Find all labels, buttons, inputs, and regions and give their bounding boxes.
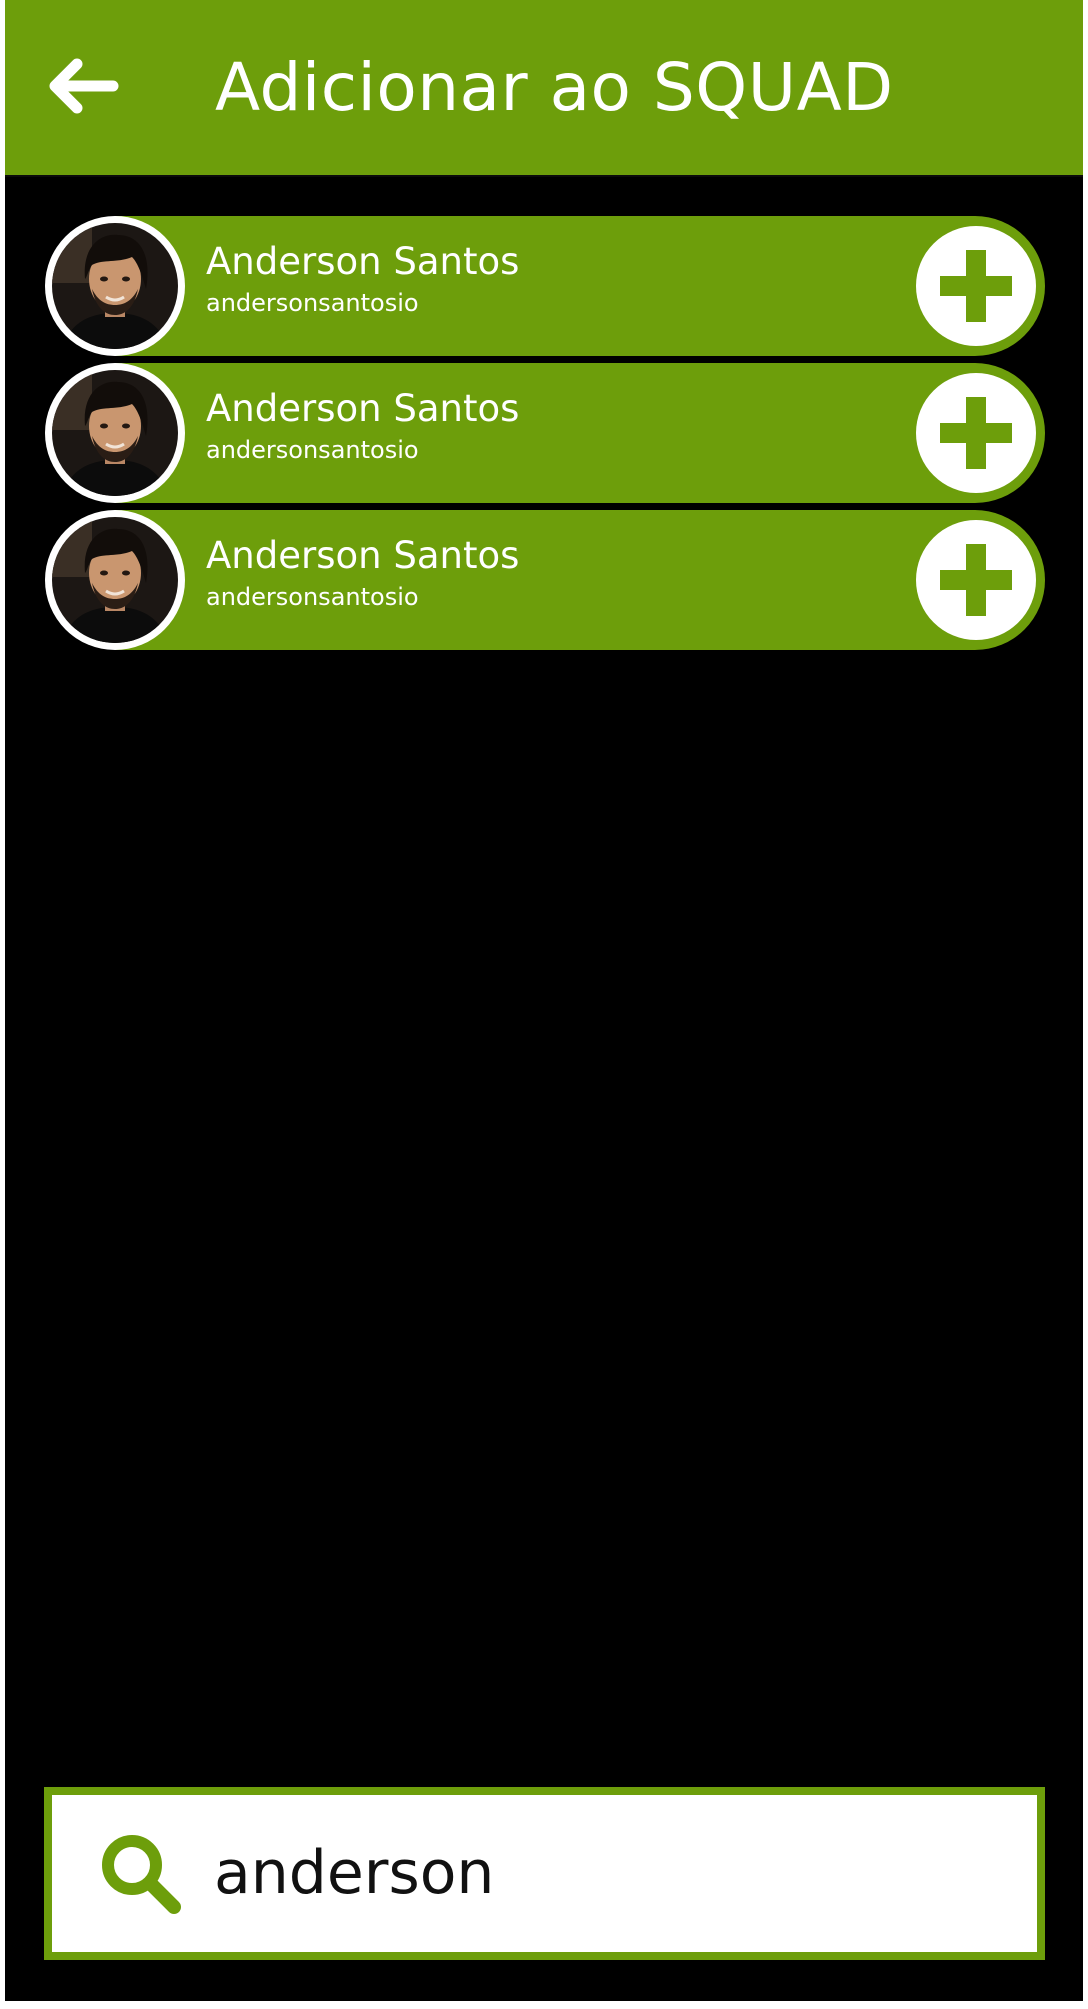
- list-item[interactable]: Anderson Santos andersonsantosio: [45, 510, 1045, 650]
- app-bar: Adicionar ao SQUAD: [5, 0, 1083, 177]
- avatar: [45, 510, 185, 650]
- page-title: Adicionar ao SQUAD: [215, 49, 894, 126]
- search-input[interactable]: [214, 1821, 1004, 1925]
- app-screen: Adicionar ao SQUAD Anderson Santos ander…: [5, 0, 1083, 2001]
- search-icon: [96, 1829, 186, 1919]
- list-item[interactable]: Anderson Santos andersonsantosio: [45, 216, 1045, 356]
- user-handle: andersonsantosio: [206, 583, 419, 611]
- user-name: Anderson Santos: [206, 240, 520, 283]
- user-handle: andersonsantosio: [206, 436, 419, 464]
- search-box[interactable]: [44, 1787, 1045, 1960]
- add-user-button[interactable]: [916, 520, 1036, 640]
- plus-icon: [940, 250, 1012, 322]
- list-item[interactable]: Anderson Santos andersonsantosio: [45, 363, 1045, 503]
- user-name: Anderson Santos: [206, 387, 520, 430]
- user-handle: andersonsantosio: [206, 289, 419, 317]
- profile-photo: [52, 517, 178, 643]
- avatar: [45, 363, 185, 503]
- user-name: Anderson Santos: [206, 534, 520, 577]
- add-user-button[interactable]: [916, 226, 1036, 346]
- add-user-button[interactable]: [916, 373, 1036, 493]
- plus-icon: [940, 544, 1012, 616]
- plus-icon: [940, 397, 1012, 469]
- magnifier-glyph: [102, 1835, 181, 1914]
- avatar: [45, 216, 185, 356]
- back-button[interactable]: [41, 44, 125, 128]
- arrow-left-icon: [49, 58, 119, 114]
- profile-photo: [52, 223, 178, 349]
- profile-photo: [52, 370, 178, 496]
